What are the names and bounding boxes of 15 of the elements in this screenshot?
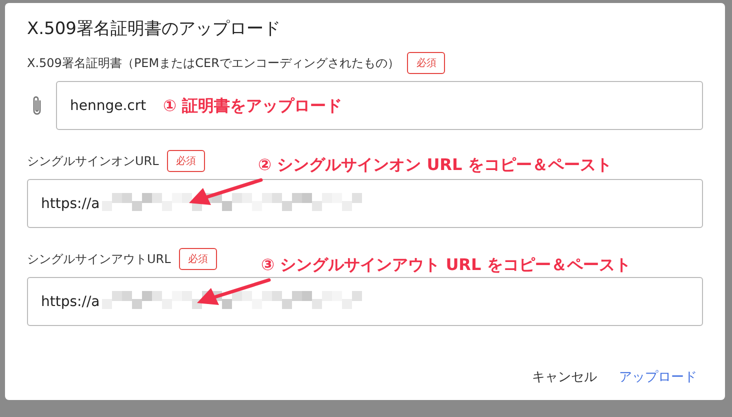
field-label: X.509署名証明書（PEMまたはCERでエンコーディングされたもの）	[27, 54, 400, 72]
upload-button[interactable]: アップロード	[613, 364, 703, 390]
required-tag: 必須	[178, 248, 217, 270]
required-tag: 必須	[407, 52, 446, 74]
dialog-title: X.509署名証明書のアップロード	[27, 18, 282, 40]
url-field[interactable]: https://a	[27, 179, 703, 228]
annotation-text: ③ シングルサインアウト URL をコピー＆ペースト	[261, 255, 631, 276]
annotation-text: ② シングルサインオン URL をコピー＆ペースト	[258, 155, 612, 176]
field-label: シングルサインアウトURL	[27, 250, 171, 268]
field-label: シングルサインオンURL	[27, 152, 159, 170]
paperclip-icon[interactable]	[31, 94, 43, 116]
url-field[interactable]: https://a	[27, 277, 703, 326]
annotation-text: ① 証明書をアップロード	[163, 96, 342, 117]
cancel-button[interactable]: キャンセル	[526, 364, 603, 390]
required-tag: 必須	[166, 150, 205, 172]
